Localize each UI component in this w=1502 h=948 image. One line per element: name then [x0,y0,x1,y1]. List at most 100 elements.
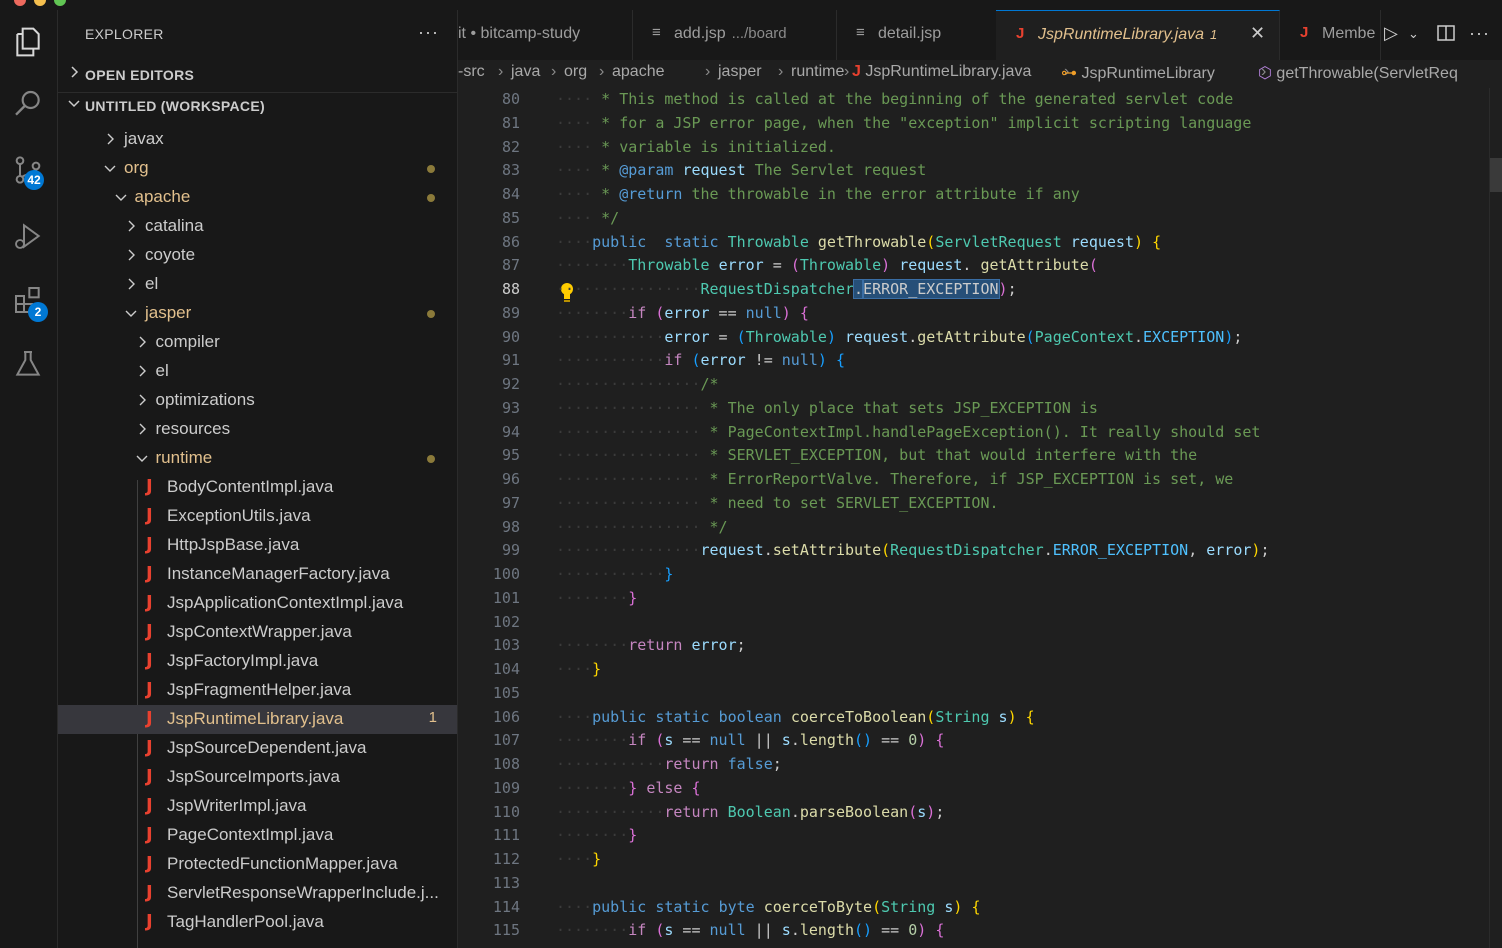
editor-tab[interactable]: J JspRuntimeLibrary.java 1 ✕ [996,10,1280,60]
code-line[interactable]: ················ * SERVLET_EXCEPTION, bu… [556,446,1197,464]
breadcrumb-item[interactable]: ⬡ getThrowable(ServletReq [1258,63,1458,83]
tree-folder[interactable]: el [58,357,457,386]
code-line[interactable]: ········} [556,826,637,844]
tree-file[interactable]: J JspWriterImpl.java [58,792,457,821]
tree-file[interactable]: J TagHandlerPool.java [58,908,457,937]
code-editor[interactable]: 80 ···· * This method is called at the be… [458,88,1502,948]
tree-file[interactable]: J ProtectedFunctionMapper.java [58,850,457,879]
code-line[interactable]: ········if (s == null || s.length() == 0… [556,921,944,939]
code-line[interactable]: ········Throwable error = (Throwable) re… [556,256,1098,274]
run-debug-activity[interactable] [8,216,48,256]
code-line[interactable]: ····public static byte coerceToByte(Stri… [556,898,980,916]
tree-file[interactable]: J JspApplicationContextImpl.java [58,589,457,618]
code-line[interactable]: ············} [556,565,673,583]
code-line[interactable]: ················ * ErrorReportValve. The… [556,470,1233,488]
breadcrumb-item[interactable]: org [564,63,587,81]
editor-tab[interactable]: it • bitcamp-study [458,10,633,60]
extensions-badge: 2 [28,302,48,322]
tree-folder[interactable]: apache [58,183,457,212]
tree-file[interactable]: J JspRuntimeLibrary.java 1 [58,705,457,734]
tree-folder[interactable]: el [58,270,457,299]
explorer-activity[interactable] [8,22,48,62]
tree-folder[interactable]: compiler [58,328,457,357]
code-line[interactable]: ········} else { [556,779,701,797]
code-line[interactable]: ················ * PageContextImpl.handl… [556,423,1260,441]
window-zoom-button[interactable] [54,0,66,6]
window-minimize-button[interactable] [34,0,46,6]
breadcrumb-item[interactable]: ⊶ JspRuntimeLibrary [1061,63,1215,83]
code-line[interactable]: ···· * variable is initialized. [556,138,836,156]
code-line[interactable]: ···· * This method is called at the begi… [556,90,1233,108]
breadcrumb-item[interactable]: runtime [791,63,844,81]
extensions-activity[interactable]: 2 [8,280,48,322]
code-line[interactable]: ············if (error != null) { [556,351,845,369]
editor-tab[interactable]: ≡ detail.jsp [836,10,997,60]
window-close-button[interactable] [14,0,26,6]
tree-folder[interactable]: coyote [58,241,457,270]
code-line[interactable]: ················ */ [556,518,728,536]
tree-file[interactable]: J JspContextWrapper.java [58,618,457,647]
tree-folder[interactable]: org [58,154,457,183]
search-activity[interactable] [8,84,48,124]
tree-file[interactable]: J JspSourceImports.java [58,763,457,792]
tree-file[interactable]: J JspSourceDependent.java [58,734,457,763]
tree-folder[interactable]: resources [58,415,457,444]
scrollbar-thumb[interactable] [1490,158,1502,192]
code-line[interactable]: ···· * @param request The Servlet reques… [556,161,926,179]
code-line[interactable]: ········} [556,589,637,607]
tree-file[interactable]: J ServletResponseWrapperInclude.j... [58,879,457,908]
code-line[interactable]: ····public static boolean coerceToBoolea… [556,708,1035,726]
code-line[interactable]: ····} [556,660,601,678]
code-line[interactable]: ···· * for a JSP error page, when the "e… [556,114,1251,132]
code-line[interactable]: ···· */ [556,209,619,227]
split-editor-icon[interactable] [1436,23,1456,43]
tree-file[interactable]: J JspFactoryImpl.java [58,647,457,676]
breadcrumb-item[interactable]: apache [612,63,665,81]
chevron-right-icon: › [498,63,504,80]
code-line[interactable]: ············return Boolean.parseBoolean(… [556,803,944,821]
code-line[interactable]: ····} [556,850,601,868]
tree-folder[interactable]: catalina [58,212,457,241]
tree-file[interactable]: J PageContextImpl.java [58,821,457,850]
code-line[interactable]: ········return error; [556,636,746,654]
code-line[interactable]: ····public static Throwable getThrowable… [556,233,1161,251]
code-line[interactable]: ················ * need to set SERVLET_E… [556,494,999,512]
code-line[interactable]: ················request.setAttribute(Req… [556,541,1269,559]
more-actions-icon[interactable]: ··· [1469,23,1489,43]
line-number: 115 [492,921,520,940]
code-line[interactable]: ········if (error == null) { [556,304,809,322]
code-line[interactable]: ···· * @return the throwable in the erro… [556,185,1080,203]
workspace-section[interactable]: UNTITLED (WORKSPACE) [58,92,457,121]
tree-file[interactable]: J BodyContentImpl.java [58,473,457,502]
source-control-activity[interactable]: 42 [8,150,48,190]
tree-file[interactable]: J HttpJspBase.java [58,531,457,560]
code-line[interactable]: ················ * The only place that s… [556,399,1098,417]
testing-activity[interactable] [8,344,48,384]
tree-folder[interactable]: optimizations [58,386,457,415]
tree-folder[interactable]: runtime [58,444,457,473]
chevron-down-icon[interactable]: ⌄ [1408,26,1428,46]
breadcrumb-item[interactable]: -src [458,63,485,81]
run-icon[interactable]: ▷ [1384,23,1404,43]
tree-folder[interactable]: javax [58,125,457,154]
tree-item-label: el [155,361,169,380]
editor-tab[interactable]: J Membe [1280,10,1381,60]
close-icon[interactable]: ✕ [1250,23,1265,44]
code-line[interactable]: ············error = (Throwable) request.… [556,328,1242,346]
code-line[interactable]: ········if (s == null || s.length() == 0… [556,731,944,749]
tree-file[interactable]: J JspFragmentHelper.java [58,676,457,705]
code-line[interactable]: ············return false; [556,755,782,773]
breadcrumb-item[interactable]: java [511,63,540,81]
editor-tab[interactable]: ≡ add.jsp .../board [632,10,837,60]
tree-folder[interactable]: jasper [58,299,457,328]
line-number: 86 [501,232,520,251]
vertical-scrollbar[interactable] [1489,88,1502,948]
open-editors-section[interactable]: OPEN EDITORS [58,62,457,90]
code-line[interactable]: ················/* [556,375,719,393]
breadcrumb-item[interactable]: jasper [718,63,762,81]
code-line[interactable]: ················RequestDispatcher.ERROR_… [556,279,1017,299]
tree-file[interactable]: J InstanceManagerFactory.java [58,560,457,589]
explorer-more-button[interactable]: ··· [418,22,439,43]
breadcrumb-item[interactable]: J JspRuntimeLibrary.java [852,63,1031,81]
tree-file[interactable]: J ExceptionUtils.java [58,502,457,531]
